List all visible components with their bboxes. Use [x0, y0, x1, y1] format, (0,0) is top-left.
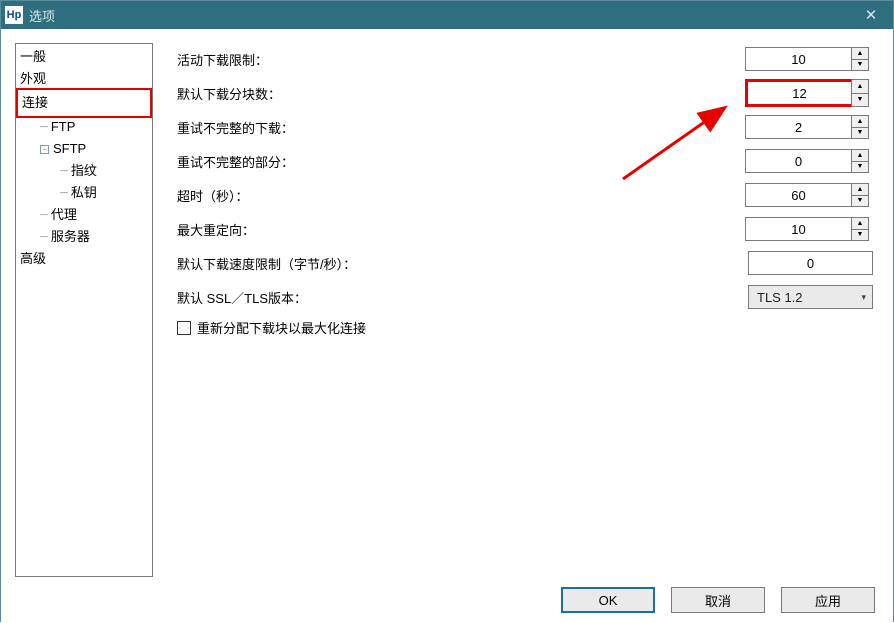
reassign-blocks-row[interactable]: 重新分配下载块以最大化连接 [177, 318, 873, 337]
label-retry-incomplete-part: 重试不完整的部分： [177, 152, 745, 171]
label-active-download-limit: 活动下载限制： [177, 50, 745, 69]
dialog-buttons: OK 取消 应用 [1, 577, 893, 623]
ssl-version-value: TLS 1.2 [757, 290, 861, 305]
spin-down-icon[interactable]: ▼ [851, 128, 869, 140]
spin-up-icon[interactable]: ▲ [851, 183, 869, 196]
tree-item-proxy[interactable]: ┈代理 [18, 204, 150, 226]
close-icon[interactable]: ✕ [849, 1, 893, 29]
spin-down-icon[interactable]: ▼ [851, 162, 869, 174]
active-download-limit-spinner[interactable]: ▲ ▼ [745, 47, 873, 71]
active-download-limit-input[interactable] [745, 47, 851, 71]
titlebar: Hp 选项 ✕ [1, 1, 893, 29]
tree-item-ftp[interactable]: ┈FTP [18, 116, 150, 138]
label-speed-limit: 默认下载速度限制（字节/秒）： [177, 254, 748, 273]
max-redirects-input[interactable] [745, 217, 851, 241]
max-redirects-spinner[interactable]: ▲ ▼ [745, 217, 873, 241]
default-segments-spinner[interactable]: ▲ ▼ [745, 79, 873, 107]
app-icon: Hp [5, 6, 23, 24]
spin-up-icon[interactable]: ▲ [851, 149, 869, 162]
timeout-spinner[interactable]: ▲ ▼ [745, 183, 873, 207]
settings-pane: 活动下载限制： ▲ ▼ 默认下载分块数： ▲ [153, 43, 879, 577]
retry-incomplete-part-spinner[interactable]: ▲ ▼ [745, 149, 873, 173]
timeout-input[interactable] [745, 183, 851, 207]
apply-button[interactable]: 应用 [781, 587, 875, 613]
default-segments-input[interactable] [745, 79, 851, 107]
category-tree[interactable]: 一般 外观 连接 ┈FTP -SFTP ┈指纹 ┈私钥 ┈代理 ┈服务器 高级 [15, 43, 153, 577]
chevron-down-icon: ▾ [861, 292, 866, 303]
spin-up-icon[interactable]: ▲ [851, 47, 869, 60]
reassign-blocks-checkbox[interactable] [177, 321, 191, 335]
ssl-version-select[interactable]: TLS 1.2 ▾ [748, 285, 873, 309]
spin-up-icon[interactable]: ▲ [851, 115, 869, 128]
tree-item-connection[interactable]: 连接 [16, 88, 152, 118]
retry-incomplete-download-input[interactable] [745, 115, 851, 139]
label-retry-incomplete-download: 重试不完整的下载： [177, 118, 745, 137]
spin-up-icon[interactable]: ▲ [851, 217, 869, 230]
window-title: 选项 [29, 6, 55, 25]
label-max-redirects: 最大重定向： [177, 220, 745, 239]
ok-button[interactable]: OK [561, 587, 655, 613]
spin-up-icon[interactable]: ▲ [851, 79, 869, 94]
tree-item-general[interactable]: 一般 [18, 46, 150, 68]
spin-down-icon[interactable]: ▼ [851, 230, 869, 242]
options-dialog: Hp 选项 ✕ 一般 外观 连接 ┈FTP -SFTP ┈指纹 ┈私钥 ┈代理 … [0, 0, 894, 622]
spin-down-icon[interactable]: ▼ [851, 196, 869, 208]
spin-down-icon[interactable]: ▼ [851, 60, 869, 72]
spin-down-icon[interactable]: ▼ [851, 94, 869, 108]
retry-incomplete-part-input[interactable] [745, 149, 851, 173]
label-timeout: 超时（秒）： [177, 186, 745, 205]
tree-item-advanced[interactable]: 高级 [18, 248, 150, 270]
speed-limit-input[interactable] [748, 251, 873, 275]
tree-item-privatekey[interactable]: ┈私钥 [18, 182, 150, 204]
tree-item-sftp[interactable]: -SFTP [18, 138, 150, 160]
reassign-blocks-label: 重新分配下载块以最大化连接 [197, 318, 366, 337]
collapse-icon[interactable]: - [40, 145, 49, 154]
tree-item-appearance[interactable]: 外观 [18, 68, 150, 90]
cancel-button[interactable]: 取消 [671, 587, 765, 613]
label-default-segments: 默认下载分块数： [177, 84, 745, 103]
tree-item-fingerprint[interactable]: ┈指纹 [18, 160, 150, 182]
tree-item-servers[interactable]: ┈服务器 [18, 226, 150, 248]
label-ssl-version: 默认 SSL／TLS版本： [177, 288, 748, 307]
retry-incomplete-download-spinner[interactable]: ▲ ▼ [745, 115, 873, 139]
